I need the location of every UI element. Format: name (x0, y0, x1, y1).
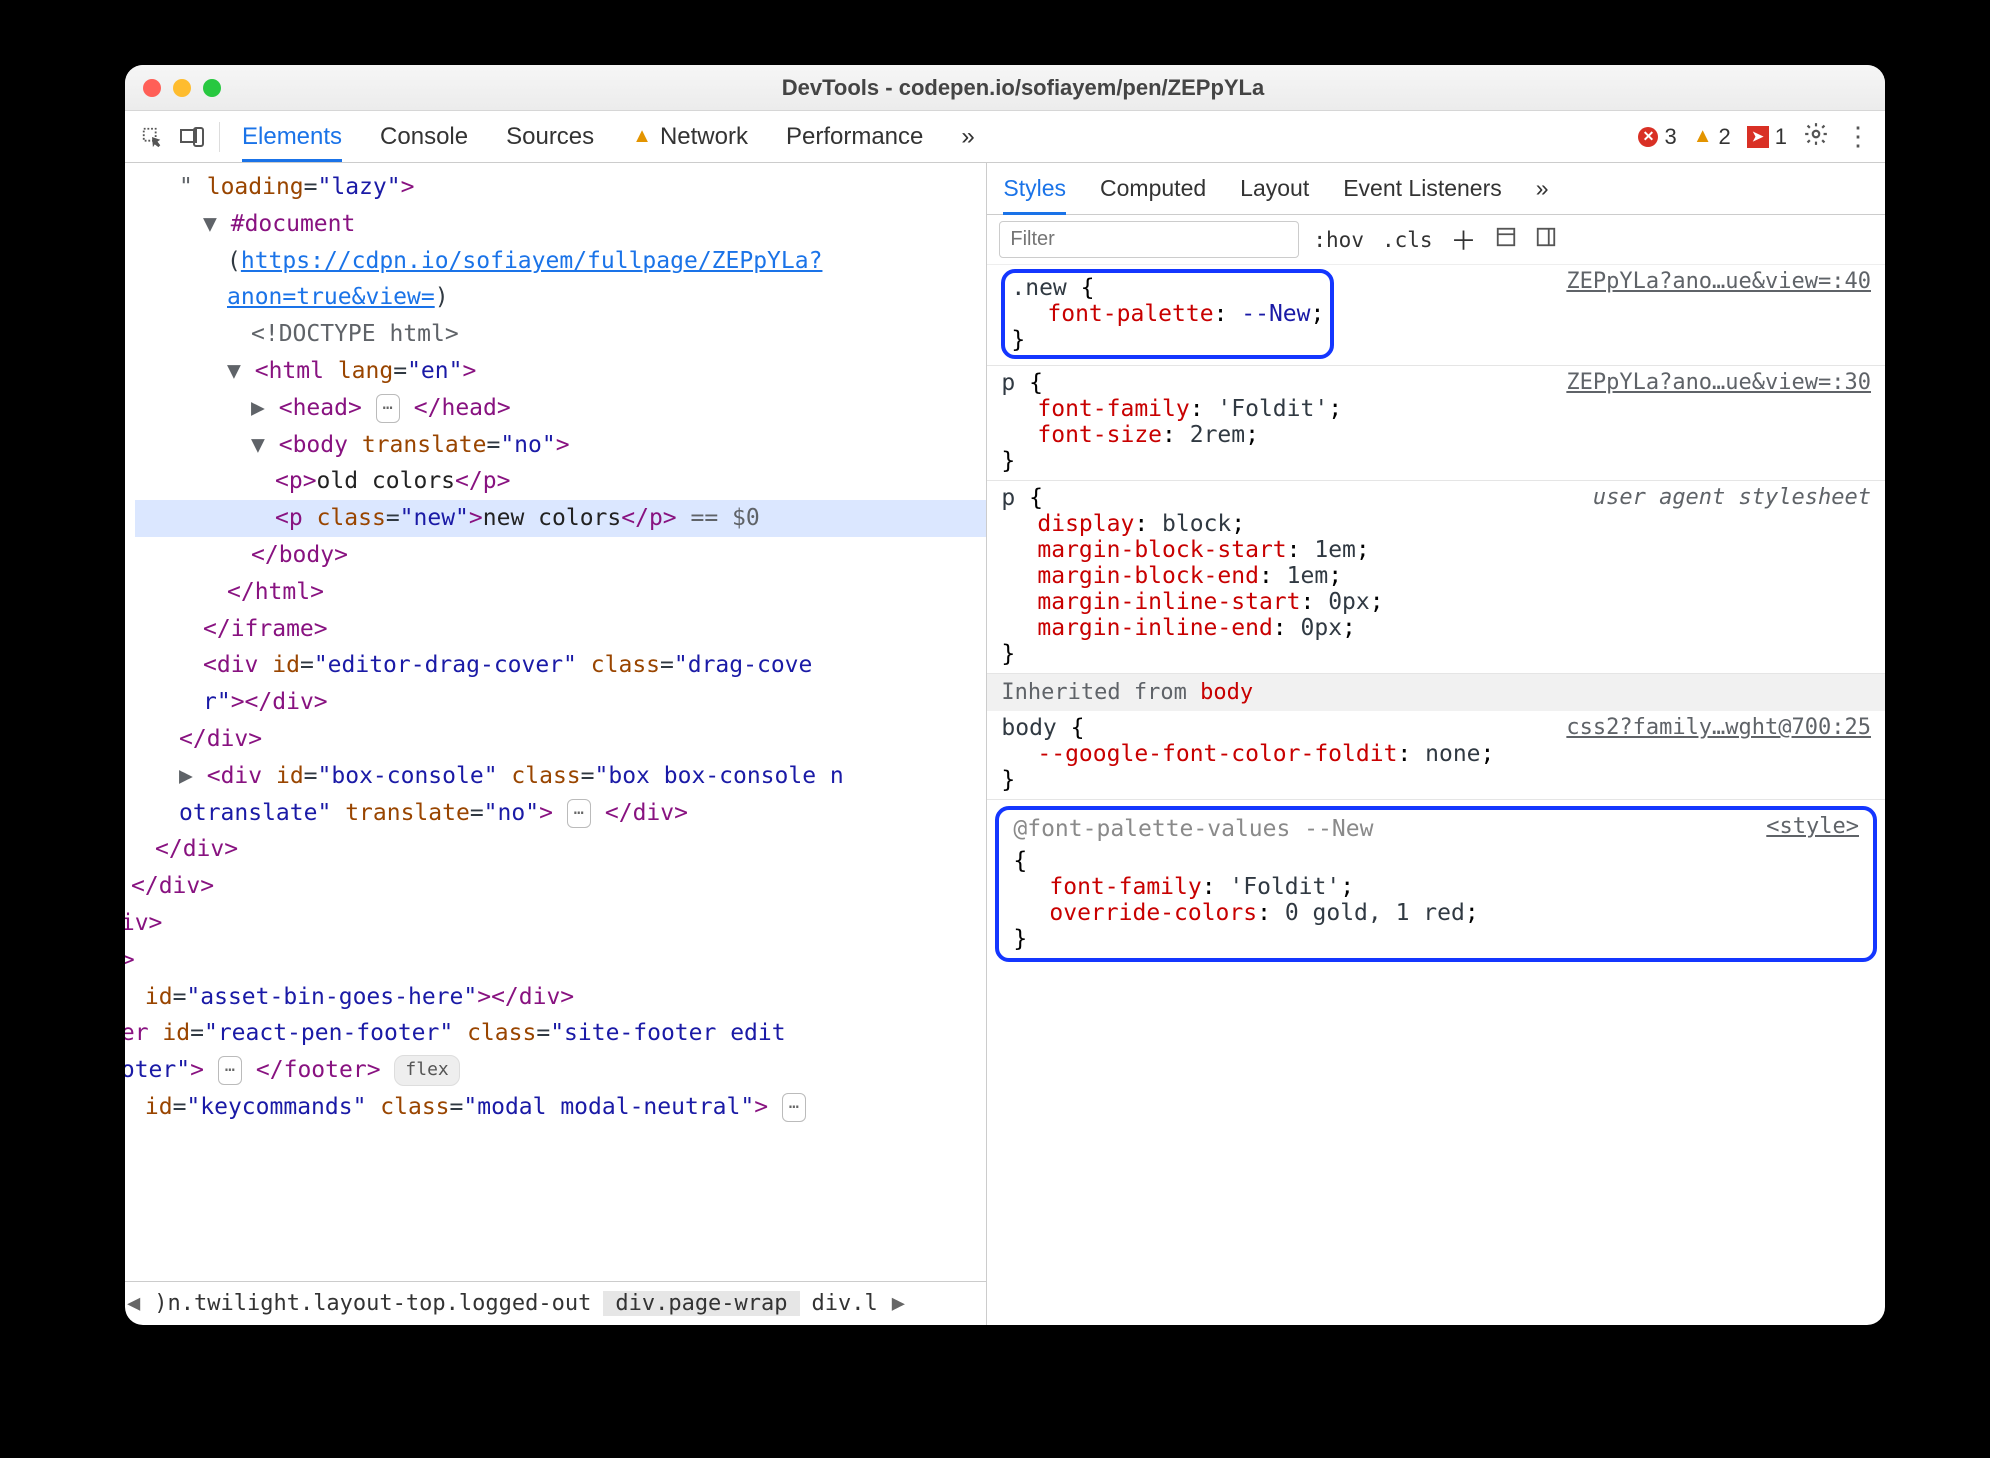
error-count-button[interactable]: ✕3 (1638, 124, 1676, 150)
dom-node[interactable]: ter id="react-pen-footer" class="site-fo… (125, 1015, 986, 1052)
tab-more[interactable]: » (961, 115, 974, 159)
warning-icon: ▲ (632, 125, 652, 148)
tab-network[interactable]: ▲Network (632, 115, 748, 159)
dom-node[interactable]: </div> (125, 868, 986, 905)
dom-node[interactable]: </body> (135, 537, 986, 574)
tab-styles[interactable]: Styles (1003, 175, 1066, 215)
message-count-button[interactable]: ➤1 (1747, 124, 1787, 150)
status-counters: ✕3 ▲2 ➤1 ⋮ (1638, 121, 1871, 153)
minimize-icon[interactable] (173, 79, 191, 97)
dom-node[interactable]: ▶ <head> ⋯ </head> (135, 390, 986, 427)
message-icon: ➤ (1747, 126, 1769, 148)
titlebar: DevTools - codepen.io/sofiayem/pen/ZEPpY… (125, 65, 1885, 111)
dom-node[interactable]: </div> (135, 831, 986, 868)
dom-node[interactable]: ▼ <html lang="en"> (135, 353, 986, 390)
tab-elements[interactable]: Elements (242, 115, 342, 162)
dom-node[interactable]: otranslate" translate="no"> ⋯ </div> (135, 795, 986, 832)
dom-node[interactable]: ▶ <div id="box-console" class="box box-c… (135, 758, 986, 795)
dom-node[interactable]: div> (125, 905, 986, 942)
style-rule[interactable]: ZEPpYLa?ano…ue&view=:30p {font-family: '… (987, 366, 1885, 481)
new-rule-button[interactable]: ＋ (1447, 221, 1481, 258)
crumb-next[interactable]: ▶ (890, 1291, 907, 1316)
dom-node[interactable]: (https://cdpn.io/sofiayem/fullpage/ZEPpY… (135, 243, 986, 280)
styles-panel: Styles Computed Layout Event Listeners »… (987, 163, 1885, 1325)
panel-tabs: Elements Console Sources ▲Network Perfor… (242, 115, 975, 159)
styles-rules-list[interactable]: ZEPpYLa?ano…ue&view=:40.new {font-palett… (987, 265, 1885, 1325)
styles-filter-bar: :hov .cls ＋ (987, 215, 1885, 265)
style-rule[interactable]: ZEPpYLa?ano…ue&view=:40.new {font-palett… (987, 265, 1885, 366)
tab-performance[interactable]: Performance (786, 115, 923, 159)
rule-source-link[interactable]: <style> (1766, 814, 1859, 839)
computed-sidebar-icon[interactable] (1491, 226, 1521, 253)
inherited-from-bar: Inherited from body (987, 674, 1885, 711)
dom-node[interactable]: <p class="new">new colors</p> == $0 (135, 500, 986, 537)
dom-node[interactable]: r"></div> (135, 684, 986, 721)
dom-node[interactable]: ▼ <body translate="no"> (135, 427, 986, 464)
dom-node[interactable]: <div id="editor-drag-cover" class="drag-… (135, 647, 986, 684)
rule-source-link[interactable]: ZEPpYLa?ano…ue&view=:40 (1566, 269, 1871, 294)
main-row: " loading="lazy">▼ #document(https://cdp… (125, 163, 1885, 1325)
zoom-icon[interactable] (203, 79, 221, 97)
dom-node[interactable]: id="keycommands" class="modal modal-neut… (125, 1089, 986, 1126)
breadcrumb: ◀ )n.twilight.layout-top.logged-out div.… (125, 1281, 986, 1325)
warning-icon: ▲ (1693, 125, 1713, 148)
inspect-icon[interactable] (139, 124, 165, 150)
traffic-lights (143, 79, 221, 97)
tab-console[interactable]: Console (380, 115, 468, 159)
dom-node[interactable]: v> (125, 942, 986, 979)
dom-node[interactable]: anon=true&view=) (135, 279, 986, 316)
tab-sources[interactable]: Sources (506, 115, 594, 159)
rendering-icon[interactable] (1531, 226, 1561, 253)
gear-icon[interactable] (1803, 121, 1829, 153)
tab-layout[interactable]: Layout (1240, 175, 1309, 202)
crumb-item[interactable]: div.page-wrap (603, 1291, 799, 1316)
rule-source-link[interactable]: ZEPpYLa?ano…ue&view=:30 (1566, 370, 1871, 395)
font-palette-values-rule[interactable]: <style>@font-palette-values --New{font-f… (995, 806, 1877, 962)
main-toolbar: Elements Console Sources ▲Network Perfor… (125, 111, 1885, 163)
styles-tabs: Styles Computed Layout Event Listeners » (987, 163, 1885, 215)
device-toggle-icon[interactable] (179, 124, 205, 150)
style-rule[interactable]: user agent stylesheetp {display: block;m… (987, 481, 1885, 674)
crumb-item[interactable]: )n.twilight.layout-top.logged-out (142, 1291, 603, 1316)
dom-tree[interactable]: " loading="lazy">▼ #document(https://cdp… (125, 163, 986, 1281)
crumb-prev[interactable]: ◀ (125, 1291, 142, 1316)
style-rule[interactable]: css2?family…wght@700:25body {--google-fo… (987, 711, 1885, 800)
dom-node[interactable]: " loading="lazy"> (135, 169, 986, 206)
elements-panel: " loading="lazy">▼ #document(https://cdp… (125, 163, 987, 1325)
dom-node[interactable]: </iframe> (135, 611, 986, 648)
cls-toggle[interactable]: .cls (1378, 228, 1437, 252)
hov-toggle[interactable]: :hov (1309, 228, 1368, 252)
error-icon: ✕ (1638, 127, 1658, 147)
dom-node[interactable]: id="asset-bin-goes-here"></div> (125, 979, 986, 1016)
rule-source-link[interactable]: user agent stylesheet (1593, 485, 1871, 510)
devtools-window: DevTools - codepen.io/sofiayem/pen/ZEPpY… (125, 65, 1885, 1325)
warning-count-button[interactable]: ▲2 (1693, 124, 1731, 150)
dom-node[interactable]: ▼ #document (135, 206, 986, 243)
crumb-item[interactable]: div.l (800, 1291, 890, 1316)
dom-node[interactable]: </html> (135, 574, 986, 611)
dom-node[interactable]: </div> (135, 721, 986, 758)
dom-node[interactable]: <p>old colors</p> (135, 463, 986, 500)
dom-node[interactable]: ooter"> ⋯ </footer> flex (125, 1052, 986, 1089)
rule-source-link[interactable]: css2?family…wght@700:25 (1566, 715, 1871, 740)
close-icon[interactable] (143, 79, 161, 97)
window-title: DevTools - codepen.io/sofiayem/pen/ZEPpY… (221, 75, 1885, 101)
dom-node[interactable]: <!DOCTYPE html> (135, 316, 986, 353)
tab-computed[interactable]: Computed (1100, 175, 1206, 202)
tab-event-listeners[interactable]: Event Listeners (1343, 175, 1502, 202)
filter-input[interactable] (999, 221, 1299, 258)
tab-more[interactable]: » (1536, 175, 1549, 202)
kebab-icon[interactable]: ⋮ (1845, 121, 1871, 152)
